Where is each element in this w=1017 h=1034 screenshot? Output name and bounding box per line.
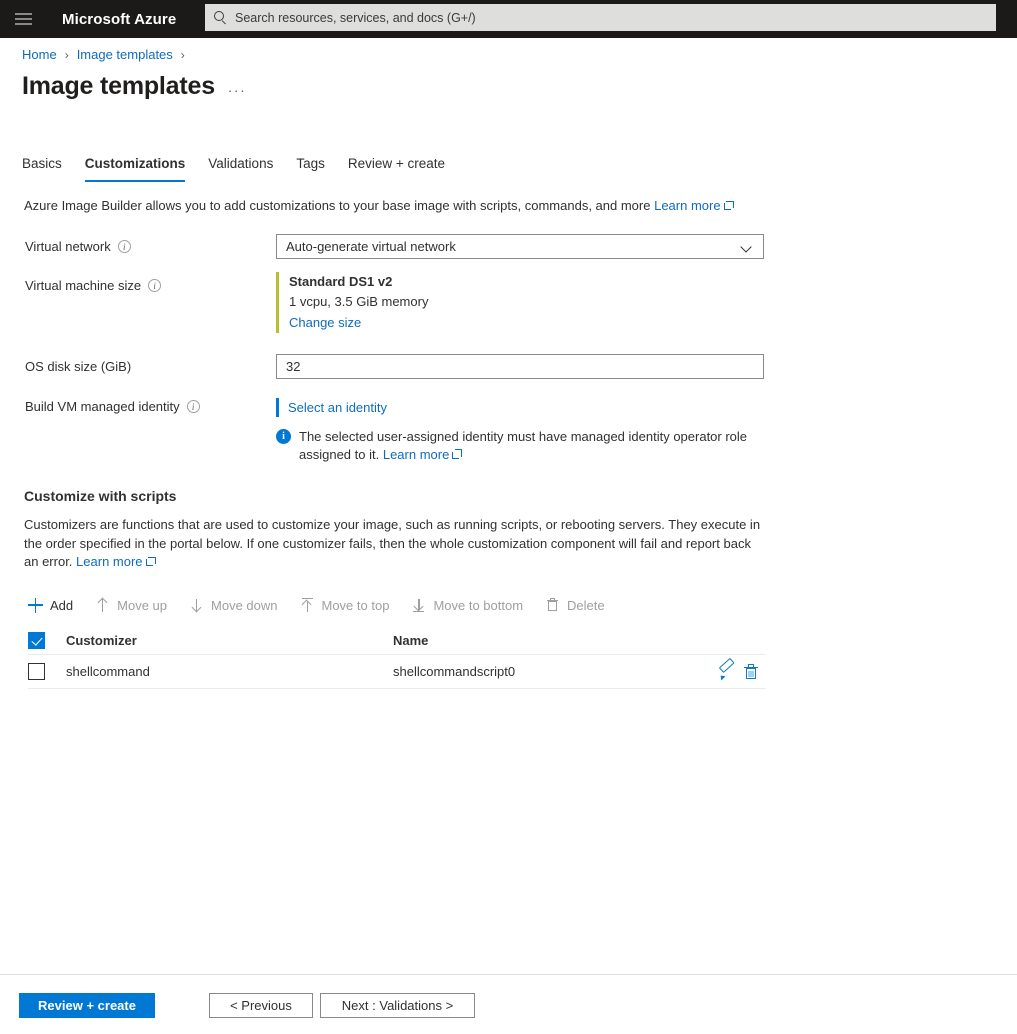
next-validations-button[interactable]: Next : Validations > [320, 993, 475, 1018]
azure-top-bar: Microsoft Azure Search resources, servic… [0, 0, 1017, 38]
breadcrumb-separator: › [64, 47, 69, 62]
arrow-up-icon [95, 597, 110, 613]
tab-validations[interactable]: Validations [208, 156, 273, 182]
tab-review-create[interactable]: Review + create [348, 156, 445, 182]
change-size-link[interactable]: Change size [289, 312, 428, 333]
vm-size-label-text: Virtual machine size [25, 278, 142, 293]
breadcrumb: Home › Image templates › [22, 47, 193, 62]
managed-identity-picker: Select an identity [276, 398, 387, 417]
select-all-checkbox[interactable] [28, 631, 45, 649]
row-select-cell [28, 663, 66, 680]
row-checkbox[interactable] [28, 663, 45, 680]
virtual-network-selected-value: Auto-generate virtual network [286, 239, 456, 254]
customize-with-scripts-heading: Customize with scripts [24, 488, 177, 504]
virtual-network-label-text: Virtual network [25, 239, 111, 254]
move-to-top-button-label: Move to top [321, 597, 390, 613]
add-button[interactable]: Add [28, 597, 74, 613]
chevron-down-icon [741, 243, 752, 250]
more-options-button[interactable]: ··· [226, 80, 248, 100]
azure-brand-title[interactable]: Microsoft Azure [62, 11, 176, 28]
vm-size-name: Standard DS1 v2 [289, 274, 393, 289]
column-header-name[interactable]: Name [393, 633, 766, 648]
column-header-customizer[interactable]: Customizer [66, 633, 393, 648]
managed-identity-label: Build VM managed identity [25, 399, 200, 414]
search-icon [213, 10, 228, 25]
arrow-to-bottom-icon [411, 598, 426, 613]
info-circle-icon[interactable] [148, 279, 162, 293]
table-header-row: Customizer Name [28, 626, 766, 655]
customize-with-scripts-body: Customizers are functions that are used … [24, 516, 766, 572]
vm-size-spec: 1 vcpu, 3.5 GiB memory [289, 294, 429, 309]
wizard-tabs: Basics Customizations Validations Tags R… [22, 156, 468, 186]
customizations-description: Azure Image Builder allows you to add cu… [24, 198, 734, 213]
breadcrumb-separator: › [180, 47, 185, 62]
global-search-input[interactable]: Search resources, services, and docs (G+… [205, 4, 996, 31]
global-search-placeholder: Search resources, services, and docs (G+… [235, 10, 476, 25]
tab-tags[interactable]: Tags [296, 156, 325, 182]
hamburger-icon[interactable] [0, 0, 46, 38]
plus-icon [28, 597, 43, 613]
previous-button[interactable]: < Previous [209, 993, 313, 1018]
breadcrumb-item-home[interactable]: Home [22, 47, 57, 62]
wizard-footer: Review + create < Previous Next : Valida… [0, 975, 1017, 1034]
delete-button-label: Delete [567, 597, 605, 613]
external-link-icon [452, 449, 463, 459]
move-to-bottom-button[interactable]: Move to bottom [411, 598, 523, 613]
add-button-label: Add [50, 597, 74, 613]
info-circle-icon[interactable] [186, 400, 200, 414]
virtual-network-select[interactable]: Auto-generate virtual network [276, 234, 764, 259]
arrow-down-icon [189, 598, 204, 613]
move-to-bottom-button-label: Move to bottom [433, 597, 524, 613]
arrow-to-top-icon [300, 598, 315, 613]
pencil-icon[interactable] [718, 664, 734, 680]
notice-learn-more-link[interactable]: Learn more [383, 447, 449, 462]
managed-identity-label-text: Build VM managed identity [25, 399, 180, 414]
row-actions [718, 663, 759, 680]
cell-customizer: shellcommand [66, 664, 150, 679]
tab-customizations[interactable]: Customizations [84, 156, 186, 182]
trash-icon [545, 597, 560, 613]
info-circle-icon[interactable] [117, 240, 131, 254]
cell-name: shellcommandscript0 [393, 664, 516, 679]
review-create-button[interactable]: Review + create [19, 993, 155, 1018]
tab-basics[interactable]: Basics [22, 156, 62, 182]
customize-learn-more-link[interactable]: Learn more [76, 554, 142, 569]
table-row[interactable]: shellcommand shellcommandscript0 [28, 655, 766, 689]
move-up-button-label: Move up [117, 597, 168, 613]
external-link-icon [723, 200, 734, 210]
virtual-network-label: Virtual network [25, 239, 131, 254]
vm-size-label: Virtual machine size [25, 278, 162, 293]
os-disk-size-input[interactable] [276, 354, 764, 379]
customizers-table: Customizer Name shellcommand shellcomman… [28, 626, 766, 689]
select-identity-link[interactable]: Select an identity [288, 398, 387, 417]
description-learn-more-link[interactable]: Learn more [654, 198, 720, 213]
move-to-top-button[interactable]: Move to top [300, 597, 390, 613]
breadcrumb-item-image-templates[interactable]: Image templates [77, 47, 173, 62]
customizations-description-text: Azure Image Builder allows you to add cu… [24, 198, 651, 213]
vm-size-summary: Standard DS1 v2 1 vcpu, 3.5 GiB memory C… [276, 272, 428, 333]
external-link-icon [145, 556, 156, 566]
info-filled-icon [276, 429, 291, 444]
select-all-cell [28, 631, 66, 649]
move-up-button[interactable]: Move up [95, 597, 168, 613]
move-down-button-label: Move down [211, 597, 278, 613]
move-down-button[interactable]: Move down [189, 597, 278, 613]
managed-identity-notice-text: The selected user-assigned identity must… [299, 428, 771, 463]
delete-button[interactable]: Delete [545, 597, 605, 613]
notice-body: The selected user-assigned identity must… [299, 429, 748, 462]
trash-icon[interactable] [743, 663, 759, 680]
os-disk-size-label: OS disk size (GiB) [25, 359, 131, 374]
os-disk-size-label-text: OS disk size (GiB) [25, 359, 132, 374]
customizers-toolbar: Add Move up Move down Move to top Move t… [28, 592, 627, 618]
managed-identity-notice: The selected user-assigned identity must… [276, 428, 776, 463]
page-title: Image templates [22, 72, 215, 100]
